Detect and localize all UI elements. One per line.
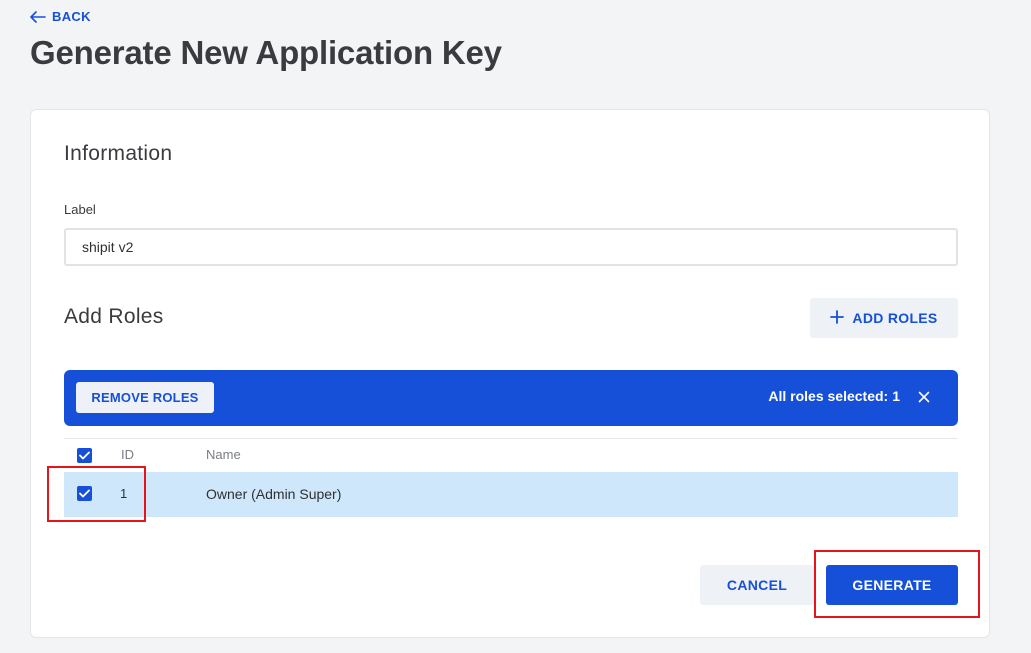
- label-field-label: Label: [64, 202, 96, 217]
- label-input[interactable]: [64, 228, 958, 266]
- selected-label: All roles selected:: [768, 388, 889, 404]
- close-icon[interactable]: [914, 387, 934, 407]
- row-id: 1: [120, 486, 128, 501]
- selection-bar: REMOVE ROLES All roles selected: 1: [64, 370, 958, 426]
- add-roles-button[interactable]: ADD ROLES: [810, 298, 958, 338]
- table-header: ID Name: [64, 439, 958, 472]
- checkmark-icon: [79, 451, 90, 460]
- back-label: BACK: [52, 9, 91, 24]
- add-roles-label: ADD ROLES: [852, 310, 938, 326]
- selected-count: 1: [892, 388, 900, 404]
- table-row[interactable]: 1 Owner (Admin Super): [64, 472, 958, 517]
- column-header-id[interactable]: ID: [121, 447, 134, 462]
- selected-count-text: All roles selected: 1: [768, 388, 900, 404]
- page-title: Generate New Application Key: [30, 34, 502, 71]
- select-all-checkbox[interactable]: [77, 448, 92, 463]
- back-link[interactable]: BACK: [30, 9, 91, 24]
- generate-button[interactable]: GENERATE: [826, 565, 958, 605]
- row-name: Owner (Admin Super): [206, 486, 342, 502]
- cancel-button[interactable]: CANCEL: [700, 565, 814, 605]
- checkmark-icon: [79, 489, 90, 498]
- row-checkbox[interactable]: [77, 486, 92, 501]
- roles-table: ID Name 1 Owner (Admin Super): [64, 438, 958, 517]
- plus-icon: [830, 309, 845, 327]
- page: BACK Generate New Application Key Inform…: [0, 0, 1031, 653]
- remove-roles-button[interactable]: REMOVE ROLES: [76, 382, 214, 413]
- form-card: Information Label Add Roles ADD ROLES RE…: [30, 109, 990, 638]
- information-title: Information: [64, 142, 173, 165]
- add-roles-title: Add Roles: [64, 305, 164, 328]
- arrow-left-icon: [30, 10, 46, 23]
- column-header-name[interactable]: Name: [206, 447, 241, 462]
